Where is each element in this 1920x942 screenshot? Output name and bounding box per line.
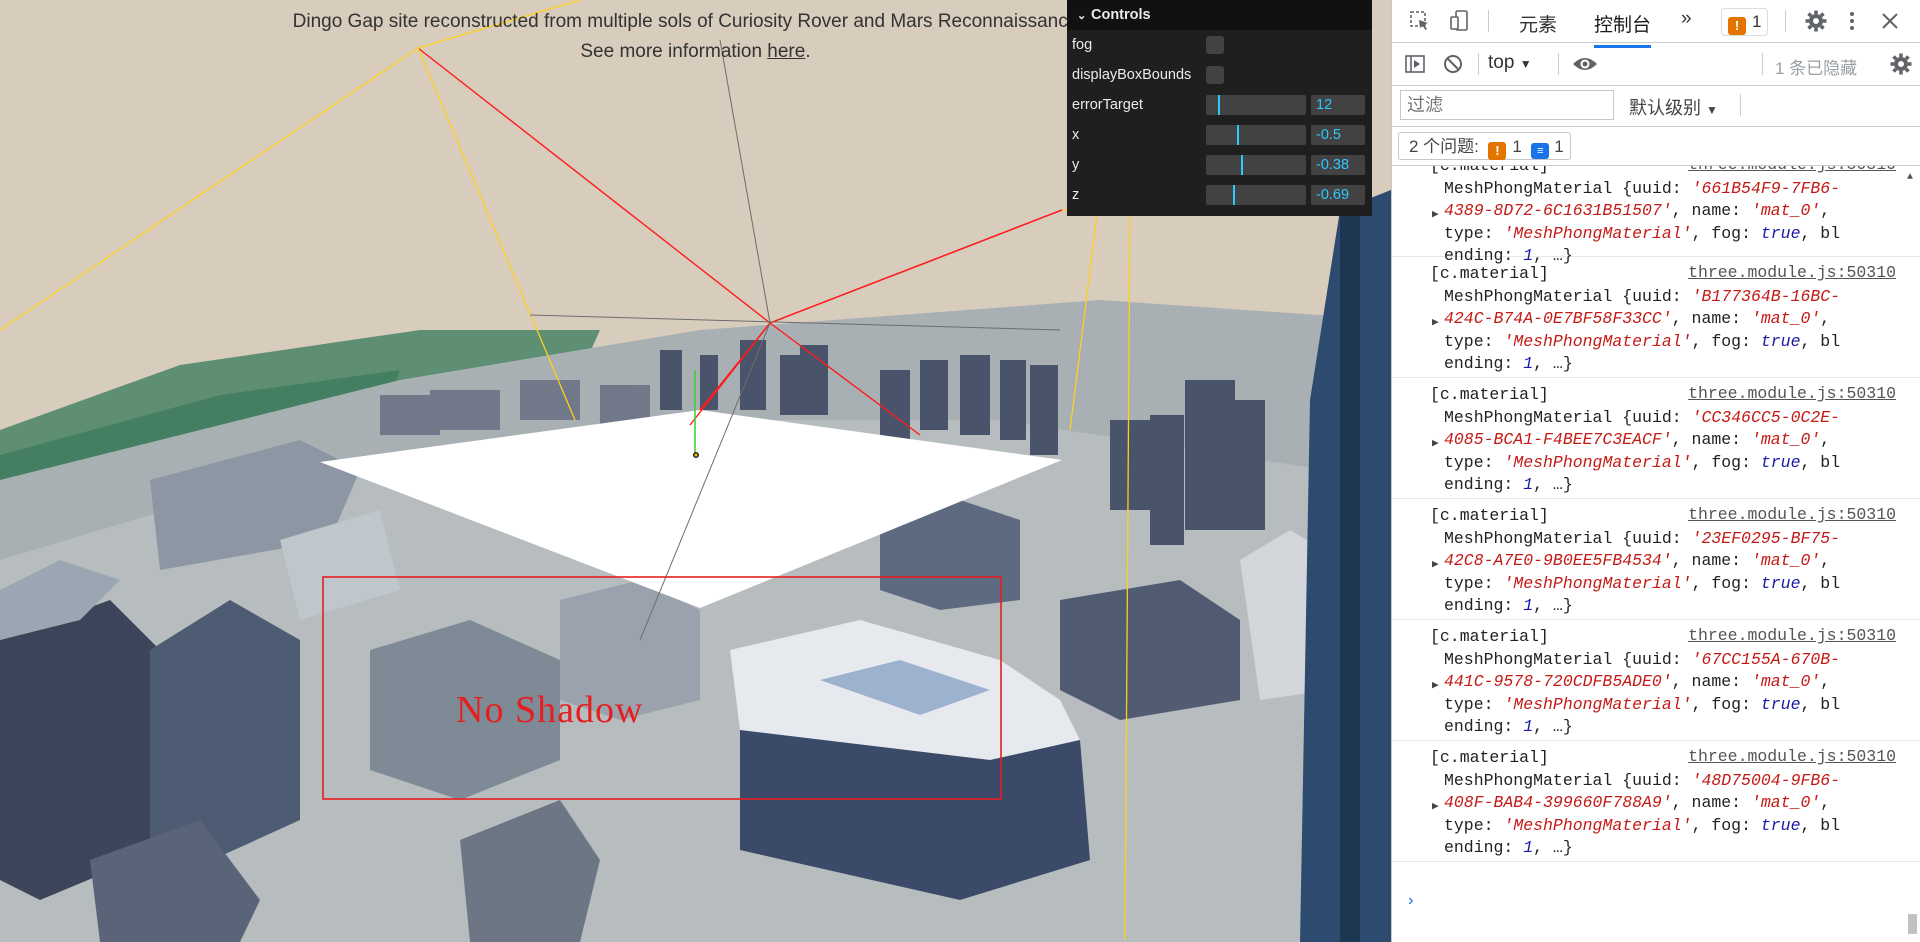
- log-source-link[interactable]: three.module.js:50310: [1688, 263, 1896, 282]
- control-x: x -0.5: [1067, 120, 1372, 150]
- hidden-count: 1 条已隐藏: [1775, 59, 1858, 78]
- log-source-link[interactable]: three.module.js:50310: [1688, 166, 1896, 174]
- issues-button[interactable]: 2 个问题: ! 1 ≡ 1: [1398, 132, 1571, 160]
- control-label: x: [1072, 127, 1080, 143]
- warnings-badge[interactable]: ! 1: [1721, 8, 1769, 36]
- close-icon[interactable]: [1881, 12, 1899, 30]
- chevron-down-icon: ⌄: [1077, 10, 1087, 22]
- more-tabs-button[interactable]: »: [1681, 8, 1692, 30]
- errortarget-value-input[interactable]: 12: [1311, 95, 1365, 115]
- more-options-icon[interactable]: [1845, 10, 1859, 32]
- control-label: errorTarget: [1072, 97, 1143, 113]
- info-icon: ≡: [1531, 143, 1550, 159]
- tab-elements[interactable]: 元素: [1519, 10, 1557, 37]
- displayboxbounds-checkbox[interactable]: [1206, 66, 1224, 84]
- z-value-input[interactable]: -0.69: [1311, 185, 1365, 205]
- control-displayboxbounds: displayBoxBounds: [1067, 60, 1372, 90]
- control-label: y: [1072, 157, 1080, 173]
- console-toolbar: top ▼ 1 条已隐藏: [1392, 43, 1920, 86]
- console-scrollbar[interactable]: ▲: [1906, 166, 1918, 942]
- log-source-link[interactable]: three.module.js:50310: [1688, 505, 1896, 524]
- slider-thumb[interactable]: [1237, 125, 1239, 145]
- control-y: y -0.38: [1067, 150, 1372, 180]
- log-source-link[interactable]: three.module.js:50310: [1688, 626, 1896, 645]
- console-log-entry[interactable]: [c.material]three.module.js:50310▶MeshPh…: [1392, 620, 1920, 741]
- y-slider[interactable]: [1206, 155, 1306, 175]
- no-shadow-annotation: No Shadow: [456, 689, 644, 731]
- control-z: z -0.69: [1067, 180, 1372, 210]
- console-log-entry[interactable]: [c.material]three.module.js:50310▶MeshPh…: [1392, 499, 1920, 620]
- x-slider[interactable]: [1206, 125, 1306, 145]
- fog-checkbox[interactable]: [1206, 36, 1224, 54]
- more-info-link[interactable]: here: [767, 41, 805, 62]
- expand-triangle-icon[interactable]: ▶: [1432, 799, 1439, 813]
- expand-triangle-icon[interactable]: ▶: [1432, 436, 1439, 450]
- z-slider[interactable]: [1206, 185, 1306, 205]
- console-log-entry[interactable]: [c.material]three.module.js:50310▶MeshPh…: [1392, 257, 1920, 378]
- warning-icon: !: [1488, 142, 1507, 160]
- control-label: displayBoxBounds: [1072, 67, 1192, 83]
- scroll-up-arrow-icon[interactable]: ▲: [1907, 172, 1913, 183]
- controls-panel[interactable]: ⌄ Controls fog displayBoxBounds errorTarg…: [1067, 0, 1372, 216]
- eye-icon[interactable]: [1572, 54, 1598, 74]
- expand-triangle-icon[interactable]: ▶: [1432, 678, 1439, 692]
- log-source-link[interactable]: three.module.js:50310: [1688, 747, 1896, 766]
- x-value-input[interactable]: -0.5: [1311, 125, 1365, 145]
- slider-thumb[interactable]: [1218, 95, 1220, 115]
- filter-input[interactable]: [1400, 90, 1614, 120]
- console-log-list: [c.material]three.module.js:50310▶MeshPh…: [1392, 166, 1920, 862]
- devtools-tab-bar: 元素 控制台 » ! 1: [1392, 0, 1920, 48]
- filter-bar: 默认级别 ▼: [1392, 86, 1920, 127]
- control-fog: fog: [1067, 30, 1372, 60]
- console-log-entry[interactable]: [c.material]three.module.js:50310▶MeshPh…: [1392, 741, 1920, 862]
- log-source-link[interactable]: three.module.js:50310: [1688, 384, 1896, 403]
- console-prompt[interactable]: ›: [1406, 892, 1416, 910]
- dropdown-arrow-icon: ▼: [1519, 57, 1532, 71]
- console-output[interactable]: [c.material]three.module.js:50310▶MeshPh…: [1392, 166, 1920, 942]
- control-label: fog: [1072, 37, 1093, 53]
- log-level-select[interactable]: 默认级别 ▼: [1629, 94, 1718, 120]
- controls-title-bar[interactable]: ⌄ Controls: [1067, 0, 1372, 30]
- 3d-viewport[interactable]: Dingo Gap site reconstructed from multip…: [0, 0, 1391, 942]
- console-log-entry[interactable]: [c.material]three.module.js:50310▶MeshPh…: [1392, 378, 1920, 499]
- y-value-input[interactable]: -0.38: [1311, 155, 1365, 175]
- slider-thumb[interactable]: [1233, 185, 1235, 205]
- control-label: z: [1072, 187, 1080, 203]
- device-toolbar-icon[interactable]: [1448, 9, 1472, 33]
- expand-triangle-icon[interactable]: ▶: [1432, 557, 1439, 571]
- dropdown-arrow-icon: ▼: [1706, 103, 1718, 117]
- clear-console-icon[interactable]: [1442, 53, 1464, 75]
- console-settings-icon[interactable]: [1889, 52, 1913, 76]
- context-selector[interactable]: top ▼: [1488, 52, 1532, 74]
- expand-triangle-icon[interactable]: ▶: [1432, 315, 1439, 329]
- console-log-entry[interactable]: [c.material]three.module.js:50310▶MeshPh…: [1392, 166, 1920, 265]
- issues-bar: 2 个问题: ! 1 ≡ 1: [1392, 127, 1920, 166]
- tab-console[interactable]: 控制台: [1594, 10, 1652, 48]
- scrollbar-thumb[interactable]: [1908, 914, 1917, 934]
- control-errortarget: errorTarget 12: [1067, 90, 1372, 120]
- inspect-element-icon[interactable]: [1409, 10, 1431, 32]
- controls-title: Controls: [1091, 7, 1151, 23]
- devtools-panel: 元素 控制台 » ! 1 top ▼ 1 条已隐藏 过滤 默认级别 ▼ 2 个问…: [1391, 0, 1920, 942]
- expand-triangle-icon[interactable]: ▶: [1432, 207, 1439, 221]
- warning-icon: !: [1728, 17, 1746, 35]
- errortarget-slider[interactable]: [1206, 95, 1306, 115]
- slider-thumb[interactable]: [1241, 155, 1243, 175]
- settings-gear-icon[interactable]: [1804, 9, 1828, 33]
- sidebar-toggle-icon[interactable]: [1404, 53, 1426, 75]
